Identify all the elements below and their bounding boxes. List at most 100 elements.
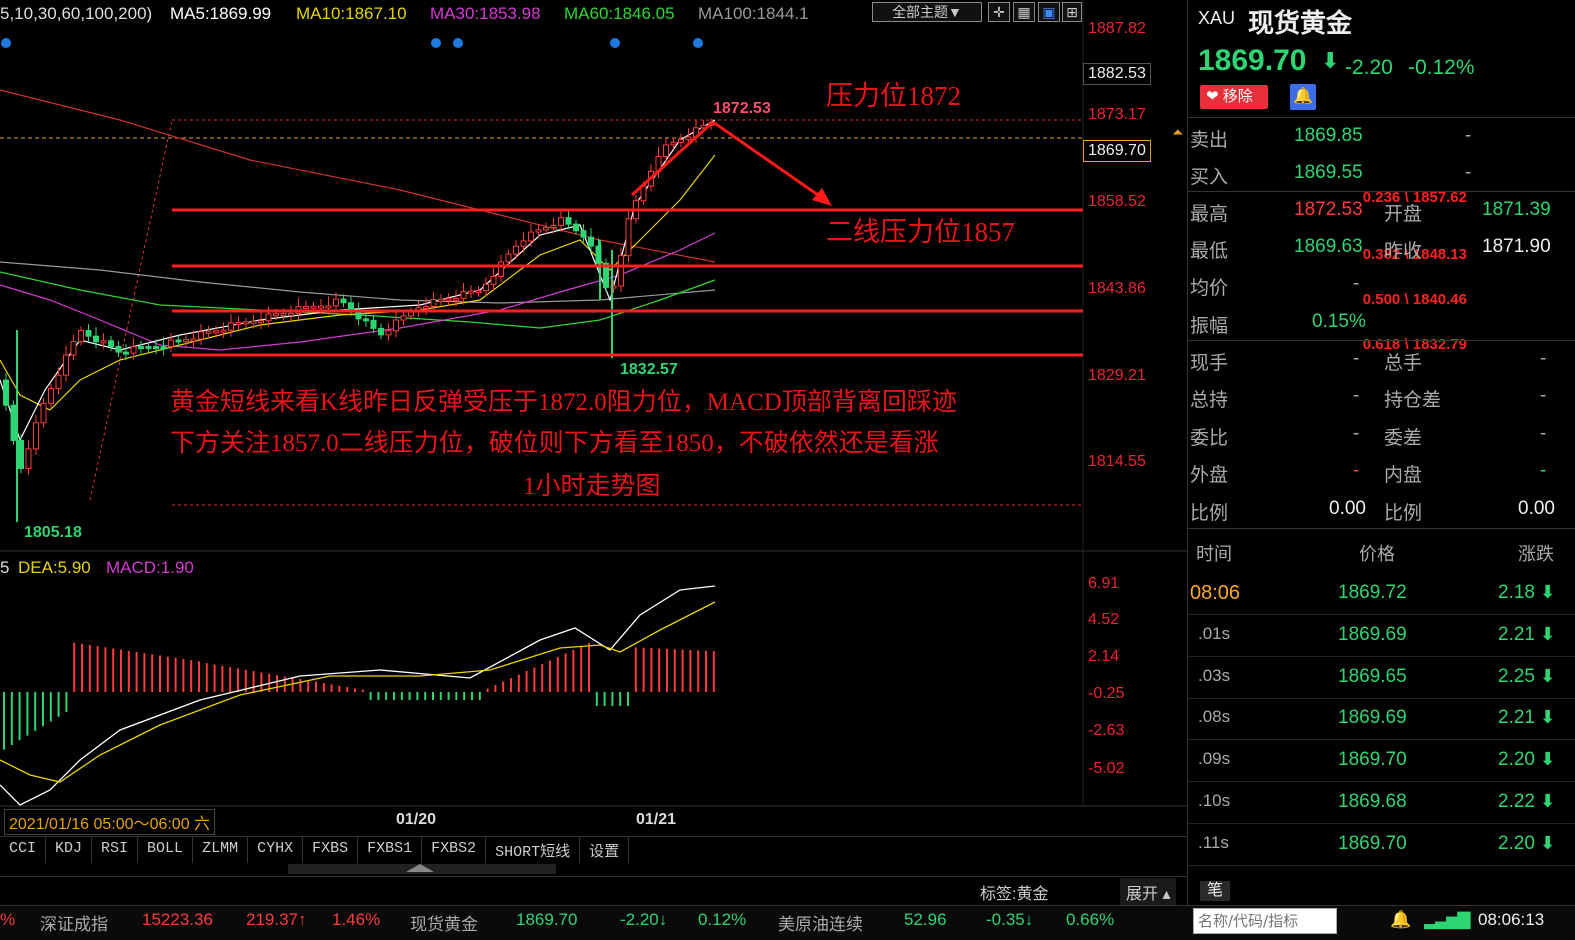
ratio-value: 0.00 bbox=[1329, 498, 1366, 519]
ticks-tab[interactable]: 笔 bbox=[1200, 881, 1230, 901]
sell-price: 1869.85 bbox=[1294, 125, 1363, 146]
cursor-date-label: 2021/01/16 05:00～06:00 六 bbox=[4, 809, 216, 835]
trend-arrow-down bbox=[712, 120, 829, 204]
prev-close-value: 1871.90 bbox=[1482, 236, 1551, 257]
tab-boll[interactable]: BOLL bbox=[138, 837, 194, 863]
oil-name[interactable]: 美原油连续 bbox=[778, 910, 863, 935]
cur-vol-value: - bbox=[1353, 348, 1360, 369]
analysis-text-line2: 下方关注1857.0二线压力位，破位则下方看至1850，不破依然还是看涨 bbox=[170, 430, 939, 457]
oil-change: -0.35↓ bbox=[986, 910, 1034, 929]
ratio-value: 0.00 bbox=[1518, 498, 1555, 519]
tick-time: .10s bbox=[1198, 791, 1231, 810]
expand-icon[interactable]: ⊞ bbox=[1062, 2, 1082, 22]
theme-dropdown[interactable]: 全部主题▼ bbox=[872, 2, 982, 22]
tab-fxbs1[interactable]: FXBS1 bbox=[358, 837, 423, 863]
szcz-change: 219.37↑ bbox=[246, 910, 307, 929]
ma10-label: MA10:1867.10 bbox=[296, 4, 407, 23]
high-value: 1872.53 bbox=[1294, 199, 1363, 220]
sell-volume: - bbox=[1465, 125, 1472, 146]
grid-icon[interactable]: ▦ bbox=[1013, 2, 1035, 22]
total-vol-label: 总手 bbox=[1384, 353, 1423, 374]
ticks-price-header: 价格 bbox=[1359, 544, 1395, 564]
alert-bell-icon[interactable]: 🔔 bbox=[1390, 910, 1411, 930]
macd-axis-label: -2.63 bbox=[1088, 722, 1125, 739]
tick-time: 08:06 bbox=[1190, 582, 1241, 604]
ma100-label: MA100:1844.1 bbox=[698, 4, 809, 23]
high-label: 最高 bbox=[1190, 204, 1229, 225]
crosshair-icon[interactable]: ✛ bbox=[988, 2, 1010, 22]
remove-favorite-button[interactable]: ❤ 移除 bbox=[1200, 85, 1268, 109]
tab-zlmm[interactable]: ZLMM bbox=[193, 837, 249, 863]
macd-axis-label: -0.25 bbox=[1088, 685, 1125, 702]
outer-vol-label: 外盘 bbox=[1190, 465, 1229, 486]
outer-vol-value: - bbox=[1353, 460, 1360, 481]
tick-change: 2.20 bbox=[1498, 749, 1535, 771]
expand-button[interactable]: 展开 ▴ bbox=[1120, 878, 1177, 906]
tick-price: 1869.69 bbox=[1338, 707, 1407, 729]
amplitude-label: 振幅 bbox=[1190, 316, 1229, 337]
tab-cci[interactable]: CCI bbox=[0, 837, 47, 863]
down-arrow-icon: ⬇ bbox=[1540, 749, 1556, 770]
down-arrow-icon: ⬇ bbox=[1321, 48, 1340, 73]
buy-label: 买入 bbox=[1190, 167, 1229, 188]
last-price: 1869.70 bbox=[1198, 44, 1307, 77]
gold-name[interactable]: 现货黄金 bbox=[410, 910, 478, 935]
chart-timeframe-note: 1小时走势图 bbox=[523, 473, 661, 500]
total-vol-value: - bbox=[1540, 348, 1547, 369]
price-axis-label: 1858.52 bbox=[1088, 193, 1146, 210]
tick-price: 1869.65 bbox=[1338, 665, 1407, 687]
tab-rsi[interactable]: RSI bbox=[92, 837, 139, 863]
symbol-code: XAU bbox=[1198, 8, 1236, 28]
macd-dif-line bbox=[0, 585, 716, 806]
tab-settings[interactable]: 设置 bbox=[580, 837, 630, 863]
date-tick: 01/21 bbox=[636, 811, 677, 828]
tab-cyhx[interactable]: CYHX bbox=[248, 837, 304, 863]
price-pin-icon: ⏶ bbox=[1172, 124, 1184, 140]
tab-fxbs2[interactable]: FXBS2 bbox=[422, 837, 487, 863]
tab-fxbs[interactable]: FXBS bbox=[303, 837, 359, 863]
status-pct: % bbox=[0, 910, 16, 929]
order-diff-label: 委差 bbox=[1384, 428, 1423, 449]
heart-icon: ❤ bbox=[1206, 88, 1219, 105]
candlestick-chart[interactable] bbox=[0, 0, 1187, 836]
price-axis-label: 1814.55 bbox=[1088, 453, 1146, 470]
tick-change: 2.22 bbox=[1498, 791, 1535, 812]
tick-time: .09s bbox=[1198, 749, 1231, 769]
oil-value: 52.96 bbox=[904, 910, 947, 929]
ma-params-label: 5,10,30,60,100,200) bbox=[0, 4, 153, 23]
tab-short[interactable]: SHORT短线 bbox=[486, 837, 581, 863]
macd-axis-label: 6.91 bbox=[1088, 575, 1120, 592]
tick-price: 1869.69 bbox=[1338, 623, 1407, 645]
macd-axis-label: 2.14 bbox=[1088, 648, 1120, 665]
price-change: -2.20 bbox=[1345, 56, 1393, 79]
down-arrow-icon: ⬇ bbox=[1540, 665, 1556, 686]
price-axis-label: 1887.82 bbox=[1088, 20, 1146, 37]
down-arrow-icon: ⬇ bbox=[1540, 832, 1556, 853]
tick-price: 1869.68 bbox=[1338, 791, 1407, 812]
tick-change: 2.21 bbox=[1498, 707, 1535, 729]
inner-vol-label: 内盘 bbox=[1384, 465, 1423, 486]
dea-label: DEA:5.90 bbox=[18, 558, 91, 577]
current-price-tag: 1869.70 bbox=[1083, 140, 1151, 162]
scroll-up-icon[interactable] bbox=[406, 864, 434, 872]
tick-time: .03s bbox=[1198, 665, 1231, 685]
cur-vol-label: 现手 bbox=[1190, 353, 1229, 374]
chart-mode-icon[interactable]: ▣ bbox=[1038, 2, 1060, 22]
macd-axis-label: 4.52 bbox=[1088, 611, 1120, 628]
low-marker-label: 1832.57 bbox=[620, 361, 678, 378]
price-change-pct: -0.12% bbox=[1408, 56, 1475, 79]
buy-volume: - bbox=[1465, 162, 1472, 183]
ma60-label: MA60:1846.05 bbox=[564, 4, 675, 23]
tag-label: 标签:黄金 bbox=[980, 886, 1049, 903]
low-label: 最低 bbox=[1190, 241, 1229, 262]
bell-icon[interactable]: 🔔 bbox=[1290, 84, 1316, 110]
down-arrow-icon: ⬇ bbox=[1540, 791, 1556, 811]
order-diff-value: - bbox=[1540, 423, 1547, 444]
search-input[interactable] bbox=[1193, 908, 1337, 934]
buy-price: 1869.55 bbox=[1294, 162, 1363, 183]
clock: 08:06:13 bbox=[1478, 910, 1545, 929]
szcz-name[interactable]: 深证成指 bbox=[40, 910, 108, 935]
down-arrow-icon: ⬇ bbox=[1540, 623, 1556, 644]
ma30-label: MA30:1853.98 bbox=[430, 4, 541, 23]
tab-kdj[interactable]: KDJ bbox=[46, 837, 93, 863]
